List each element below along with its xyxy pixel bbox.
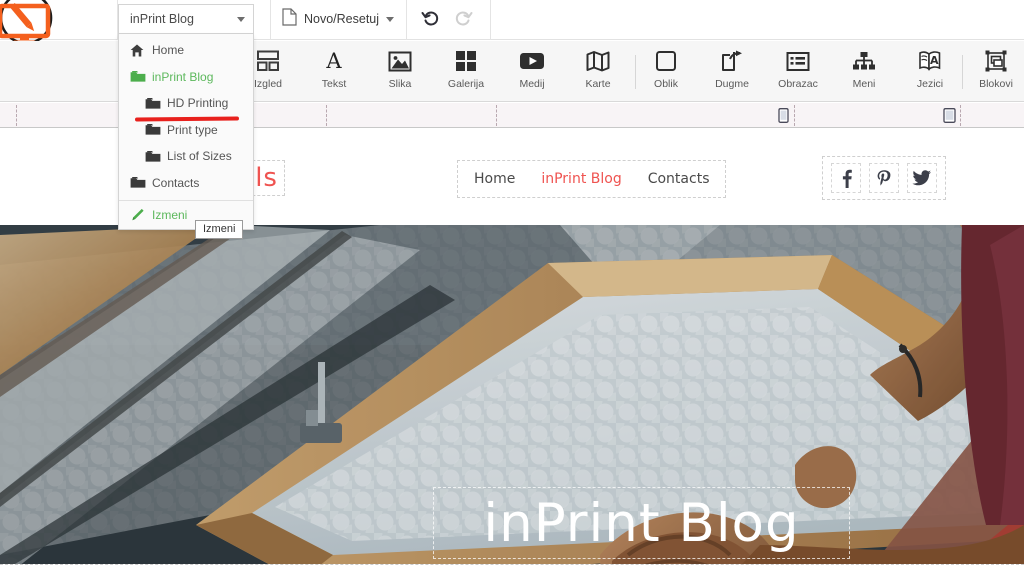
tool-label: Medij xyxy=(519,78,545,90)
site-nav-item-contacts[interactable]: Contacts xyxy=(648,171,710,187)
tool-label: Meni xyxy=(852,78,876,90)
button-share-icon xyxy=(721,47,743,75)
tool-label: Dugme xyxy=(715,78,749,90)
tool-galerija[interactable]: Galerija xyxy=(432,47,500,97)
tool-label: Blokovi xyxy=(979,78,1013,90)
site-nav-item-inprint-blog[interactable]: inPrint Blog xyxy=(541,171,621,187)
tool-jezici[interactable]: A Jezici xyxy=(896,47,964,97)
pencil-icon xyxy=(130,208,148,222)
hero-image xyxy=(0,225,1024,564)
page-menu-item-inprint-blog[interactable]: inPrint Blog xyxy=(119,64,253,91)
tool-dugme[interactable]: Dugme xyxy=(698,47,766,97)
twitter-icon[interactable] xyxy=(907,163,937,193)
undo-button[interactable] xyxy=(418,8,442,32)
folder-icon xyxy=(145,123,163,136)
languages-icon: A xyxy=(918,47,942,75)
page-menu-label: Izmeni xyxy=(152,208,188,222)
tool-medij[interactable]: Medij xyxy=(498,47,566,97)
text-a-icon: A xyxy=(322,47,346,75)
ruler-tick xyxy=(16,105,17,126)
tool-slika[interactable]: Slika xyxy=(366,47,434,97)
topbar-divider-4 xyxy=(490,0,491,40)
page-selector[interactable]: inPrint Blog xyxy=(118,4,254,34)
tool-blokovi[interactable]: Blokovi xyxy=(962,47,1024,97)
redo-button[interactable] xyxy=(452,8,476,32)
tool-karte[interactable]: Karte xyxy=(564,47,632,97)
tool-obrazac[interactable]: Obrazac xyxy=(764,47,832,97)
tool-label: Karte xyxy=(585,78,611,90)
tool-label: Galerija xyxy=(447,78,485,90)
tooltip: Izmeni xyxy=(195,220,244,239)
page-menu-label: inPrint Blog xyxy=(152,69,214,84)
new-reset-label: Novo/Resetuj xyxy=(304,12,380,26)
tool-label: Jezici xyxy=(916,78,944,90)
facebook-icon[interactable] xyxy=(831,163,861,193)
tablet-breakpoint[interactable] xyxy=(943,108,956,128)
video-play-icon xyxy=(519,47,545,75)
page-selector-value: inPrint Blog xyxy=(130,12,194,26)
folder-icon xyxy=(130,176,148,189)
redo-icon xyxy=(454,8,474,33)
tool-label: Slika xyxy=(388,78,412,90)
sitemap-icon xyxy=(852,47,876,75)
tool-label: Obrazac xyxy=(778,78,818,90)
blocks-icon xyxy=(984,47,1008,75)
page-menu-label: Home xyxy=(152,43,185,58)
page-dropdown-menu: Home inPrint Blog HD Printing Print type… xyxy=(118,34,254,230)
map-icon xyxy=(586,47,610,75)
folder-icon xyxy=(130,70,148,83)
form-list-icon xyxy=(786,47,810,75)
tool-label: Oblik xyxy=(654,78,678,90)
topbar-divider-2 xyxy=(270,0,271,40)
tool-label: Izgled xyxy=(253,78,283,90)
page-menu-label: Contacts xyxy=(152,175,200,190)
shape-square-icon xyxy=(655,47,677,75)
tablet-icon xyxy=(943,108,956,128)
page-menu-item-list-of-sizes[interactable]: List of Sizes xyxy=(119,143,253,170)
new-reset-button[interactable]: Novo/Resetuj xyxy=(282,6,395,32)
folder-icon xyxy=(145,97,163,110)
svg-text:A: A xyxy=(930,54,939,67)
tool-oblik[interactable]: Oblik xyxy=(632,47,700,97)
folder-icon xyxy=(145,150,163,163)
pinterest-icon[interactable] xyxy=(869,163,899,193)
page-menu-label: HD Printing xyxy=(167,96,229,111)
ruler-tick xyxy=(794,105,795,126)
page-menu-item-contacts[interactable]: Contacts xyxy=(119,170,253,197)
page-menu-item-hd-printing[interactable]: HD Printing xyxy=(119,90,253,117)
website-builder-app: inPrint Blog Novo/Resetuj Izgled A Tekst… xyxy=(0,0,1024,581)
chevron-down-icon xyxy=(237,16,245,22)
ruler-tick xyxy=(326,105,327,126)
page-menu-label: Print type xyxy=(167,122,218,137)
phone-icon xyxy=(778,108,789,128)
ruler-tick xyxy=(960,105,961,126)
gallery-grid-icon xyxy=(455,47,477,75)
image-icon xyxy=(388,47,412,75)
home-icon xyxy=(130,44,148,57)
site-nav-item-home[interactable]: Home xyxy=(474,171,515,187)
svg-text:A: A xyxy=(325,49,342,73)
tool-label: Tekst xyxy=(321,78,347,90)
tool-tekst[interactable]: A Tekst xyxy=(300,47,368,97)
topbar-divider-3 xyxy=(406,0,407,40)
hero-section[interactable] xyxy=(0,225,1024,565)
ruler-tick xyxy=(496,105,497,126)
tool-meni[interactable]: Meni xyxy=(830,47,898,97)
chevron-down-icon xyxy=(386,16,395,22)
site-nav-menu: Home inPrint Blog Contacts xyxy=(457,160,727,198)
social-links xyxy=(822,156,946,200)
page-menu-label: List of Sizes xyxy=(167,149,232,164)
mobile-breakpoint[interactable] xyxy=(778,108,789,128)
app-logo[interactable] xyxy=(0,0,106,45)
page-icon xyxy=(282,7,297,31)
layout-icon xyxy=(256,47,280,75)
undo-icon xyxy=(420,8,440,33)
page-menu-item-home[interactable]: Home xyxy=(119,37,253,64)
